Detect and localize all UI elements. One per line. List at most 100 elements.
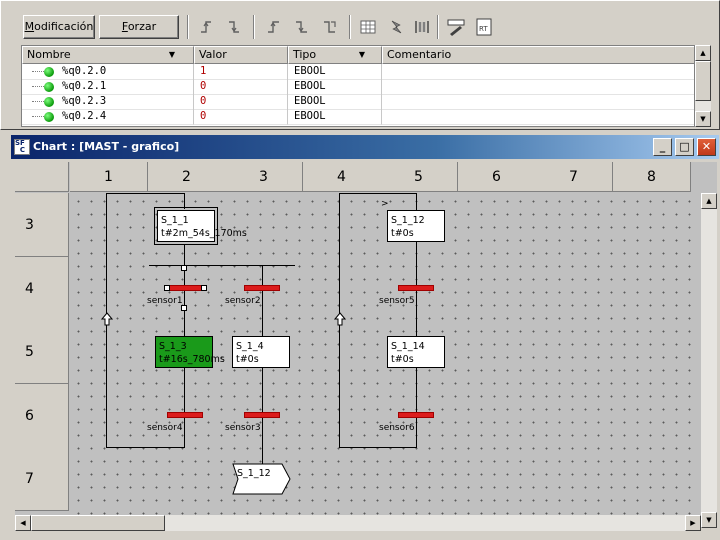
maximize-button[interactable]: □: [675, 138, 694, 156]
sfc-transition[interactable]: [398, 412, 434, 418]
grid-column-header[interactable]: 2: [148, 162, 226, 192]
cell-text: %q0.2.3: [62, 95, 107, 107]
table-cell-comment: [382, 109, 694, 125]
modify-button[interactable]: Modificación: [23, 15, 95, 39]
grid-column-header[interactable]: 8: [613, 162, 691, 192]
force-falling-icon[interactable]: [291, 16, 313, 38]
table-cell-type: EBOOL: [288, 79, 382, 95]
sfc-icon: SF C: [14, 139, 30, 155]
table-row[interactable]: %q0.2.0 1 EBOOL: [22, 64, 694, 80]
cell-text: EBOOL: [294, 65, 326, 77]
force-button-label: Forzar: [121, 20, 157, 33]
table-cell-comment: [382, 64, 694, 80]
jump-target-label: S_1_12: [237, 468, 271, 479]
close-button[interactable]: ✕: [697, 138, 716, 156]
minimize-button[interactable]: _: [653, 138, 672, 156]
step-name: S_1_4: [236, 341, 264, 352]
link-line: [184, 368, 185, 448]
lightning-icon[interactable]: [385, 16, 407, 38]
divergence-line: [149, 265, 295, 266]
toolbar-separator: [187, 15, 189, 39]
step-time: t#0s: [391, 354, 414, 365]
loop-line-top: [106, 193, 184, 194]
sfc-step[interactable]: S_1_4 t#0s: [232, 336, 290, 368]
tree-connector: [32, 71, 44, 72]
table-cell-value: 0: [194, 109, 288, 125]
step-name: S_1_14: [391, 341, 425, 352]
sort-down-icon: ▼: [168, 50, 175, 59]
grid-column-header[interactable]: 6: [458, 162, 536, 192]
maximize-icon: □: [679, 140, 690, 153]
grid-column-header[interactable]: 7: [535, 162, 613, 192]
column-header-label: Nombre: [27, 48, 71, 61]
force-falling-alt-icon[interactable]: [319, 16, 341, 38]
selection-handle[interactable]: [164, 285, 170, 291]
grid-column-header[interactable]: 4: [303, 162, 381, 192]
scroll-down-button[interactable]: ▼: [695, 111, 711, 127]
grid-row-header[interactable]: 3: [15, 193, 69, 257]
table-vertical-scrollbar[interactable]: ▲ ▼: [695, 45, 711, 127]
chart-title-bar[interactable]: SF C Chart : [MAST - grafico] _ □ ✕: [11, 135, 719, 159]
edit-pen-icon[interactable]: [445, 16, 467, 38]
scroll-thumb[interactable]: [695, 61, 711, 101]
rt-icon[interactable]: RT: [473, 16, 495, 38]
scroll-down-button[interactable]: ▼: [701, 512, 717, 528]
force-button[interactable]: Forzar: [99, 15, 179, 39]
sfc-step[interactable]: S_1_3 t#16s_780ms: [155, 336, 225, 368]
grid-row-header[interactable]: 6: [15, 384, 69, 448]
sfc-transition[interactable]: [244, 285, 280, 291]
rising-edge-icon[interactable]: [195, 16, 217, 38]
scroll-thumb[interactable]: [31, 515, 165, 531]
chart-window-title: Chart : [MAST - grafico]: [33, 140, 180, 153]
selection-handle[interactable]: [201, 285, 207, 291]
grid-row-header[interactable]: 5: [15, 320, 69, 384]
grid-row-header[interactable]: 7: [15, 447, 69, 511]
cell-text: 0: [200, 95, 207, 107]
sfc-transition[interactable]: [167, 285, 203, 291]
close-icon: ✕: [701, 140, 712, 153]
scroll-up-button[interactable]: ▲: [695, 45, 711, 61]
grid-column-header[interactable]: 3: [225, 162, 303, 192]
grid-row-header[interactable]: 4: [15, 257, 69, 321]
loop-line-bottom: [106, 447, 184, 448]
table-header: Nombre ▼ Valor Tipo ▼ Comentario: [22, 46, 694, 64]
chart-vertical-scrollbar[interactable]: ▲ ▼: [701, 193, 717, 528]
scroll-right-button[interactable]: ▶: [685, 515, 701, 531]
sfc-chart-canvas[interactable]: 12345678 34567 S_1_1 t#2m_54s_170ms senso…: [15, 162, 717, 528]
table-icon[interactable]: [357, 16, 379, 38]
table-row[interactable]: %q0.2.4 0 EBOOL: [22, 109, 694, 125]
table-cell-type: EBOOL: [288, 64, 382, 80]
sfc-transition[interactable]: [167, 412, 203, 418]
sfc-transition[interactable]: [398, 285, 434, 291]
sfc-transition[interactable]: [244, 412, 280, 418]
column-header-comment[interactable]: Comentario: [382, 46, 694, 64]
force-rising-icon[interactable]: [263, 16, 285, 38]
column-header-value[interactable]: Valor: [194, 46, 288, 64]
loop-line-bottom: [339, 447, 416, 448]
sfc-step[interactable]: S_1_1 t#2m_54s_170ms: [154, 207, 247, 245]
grid-corner: [15, 162, 69, 192]
cell-text: EBOOL: [294, 95, 326, 107]
table-cell-name: %q0.2.3: [22, 94, 194, 110]
table-row[interactable]: %q0.2.1 0 EBOOL: [22, 79, 694, 95]
grid-column-header[interactable]: 1: [70, 162, 148, 192]
sfc-step[interactable]: S_1_12 t#0s: [387, 210, 445, 242]
scroll-up-button[interactable]: ▲: [701, 193, 717, 209]
chart-horizontal-scrollbar[interactable]: ◀ ▶: [15, 515, 701, 531]
tree-connector: [32, 101, 44, 102]
falling-edge-icon[interactable]: [223, 16, 245, 38]
sfc-step[interactable]: S_1_14 t#0s: [387, 336, 445, 368]
variables-table[interactable]: Nombre ▼ Valor Tipo ▼ Comentario %q0.2.0 1 E…: [21, 45, 695, 127]
scroll-left-button[interactable]: ◀: [15, 515, 31, 531]
column-header-type[interactable]: Tipo ▼: [288, 46, 382, 64]
link-line: [184, 193, 185, 209]
columns-icon[interactable]: [411, 16, 433, 38]
selection-handle[interactable]: [181, 265, 187, 271]
column-header-name[interactable]: Nombre ▼: [22, 46, 194, 64]
step-name: S_1_1: [161, 215, 189, 226]
grid-column-header[interactable]: 5: [380, 162, 458, 192]
table-cell-name: %q0.2.1: [22, 79, 194, 95]
table-row[interactable]: %q0.2.3 0 EBOOL: [22, 94, 694, 110]
cell-text: EBOOL: [294, 80, 326, 92]
status-led-icon: [44, 97, 54, 107]
